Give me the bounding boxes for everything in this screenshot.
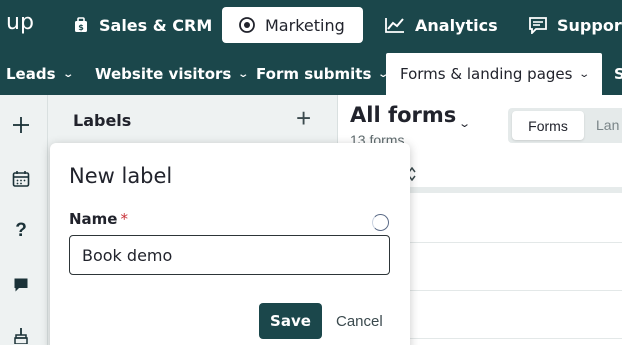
chevron-down-icon: ⌄ <box>578 68 591 80</box>
chat-icon <box>528 16 548 34</box>
cancel-button[interactable]: Cancel <box>336 313 383 330</box>
name-label-text: Name <box>69 210 118 228</box>
nav-tab-marketing[interactable]: Marketing <box>222 7 363 43</box>
briefcase-icon: $ <box>72 16 90 34</box>
nav-tab-analytics[interactable]: Analytics <box>384 7 498 43</box>
subnav-tab-more[interactable]: S <box>614 53 622 95</box>
view-segmented-control: Forms Lan <box>508 108 622 143</box>
broom-icon[interactable] <box>10 325 32 345</box>
subnav-tab-label: Leads <box>6 65 56 83</box>
nav-tab-label: Marketing <box>265 15 345 35</box>
required-indicator: * <box>120 210 128 228</box>
top-nav: up $ Sales & CRM Marketing Analytics Sup… <box>0 0 622 50</box>
save-button[interactable]: Save <box>259 303 322 339</box>
left-rail: ? <box>0 95 48 345</box>
sub-nav: Leads ⌄ Website visitors ⌄ Form submits … <box>0 50 622 95</box>
subnav-tab-label: Website visitors <box>95 65 232 83</box>
segment-forms[interactable]: Forms <box>512 111 584 140</box>
nav-tab-label: Support <box>557 15 622 35</box>
line-chart-icon <box>384 16 406 34</box>
subnav-tab-forms-landing-pages[interactable]: Forms & landing pages ⌄ <box>386 53 602 95</box>
dialog-title: New label <box>69 164 173 188</box>
comment-icon[interactable] <box>10 274 32 296</box>
subnav-tab-form-submits[interactable]: Form submits ⌄ <box>256 53 389 95</box>
label-name-input[interactable] <box>69 235 390 275</box>
page-title: All forms <box>350 103 457 127</box>
segment-landing-pages[interactable]: Lan <box>596 117 619 133</box>
plus-icon[interactable] <box>10 114 32 136</box>
svg-text:$: $ <box>78 23 84 32</box>
chevron-down-icon: ⌄ <box>61 68 74 80</box>
labels-title: Labels <box>73 111 132 130</box>
loading-spinner-icon <box>372 214 389 231</box>
chevron-down-icon[interactable]: ⌄ <box>458 117 471 130</box>
subnav-tab-leads[interactable]: Leads ⌄ <box>6 53 74 95</box>
subnav-tab-label: Form submits <box>256 65 372 83</box>
chevron-down-icon: ⌄ <box>237 68 250 80</box>
calendar-icon[interactable] <box>10 168 32 190</box>
add-label-button[interactable]: + <box>296 105 311 131</box>
subnav-tab-website-visitors[interactable]: Website visitors ⌄ <box>95 53 250 95</box>
target-icon <box>238 16 256 34</box>
nav-tab-sales-crm[interactable]: $ Sales & CRM <box>72 7 212 43</box>
name-field-label: Name * <box>69 210 128 228</box>
nav-tab-support[interactable]: Support <box>528 7 622 43</box>
nav-tab-label: Sales & CRM <box>99 15 213 35</box>
subnav-tab-label: S <box>614 65 622 83</box>
new-label-dialog: New label Name* Save Cancel <box>50 143 410 345</box>
brand-logo[interactable]: up <box>6 10 34 35</box>
help-icon[interactable]: ? <box>10 220 32 242</box>
nav-tab-label: Analytics <box>415 15 498 35</box>
subnav-tab-label: Forms & landing pages <box>400 65 573 83</box>
